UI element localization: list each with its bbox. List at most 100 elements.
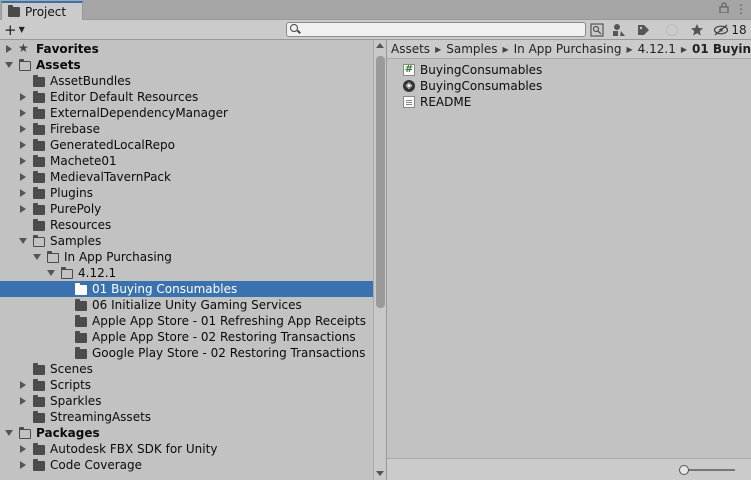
- chevron-down-icon[interactable]: [46, 268, 56, 278]
- tab-label: Project: [25, 4, 67, 19]
- show-assets-icon[interactable]: [661, 21, 683, 39]
- chevron-right-icon[interactable]: [18, 172, 28, 182]
- tree-item[interactable]: 06 Initialize Unity Gaming Services: [0, 297, 373, 313]
- breadcrumb: Assets ▶ Samples ▶ In App Purchasing ▶ 4.12.1 ▶…: [387, 40, 751, 59]
- lock-icon[interactable]: [719, 2, 729, 16]
- chevron-down-icon[interactable]: [4, 428, 14, 438]
- folder-open-icon: [61, 267, 73, 279]
- chevron-right-icon[interactable]: [18, 380, 28, 390]
- chevron-down-icon[interactable]: [18, 236, 28, 246]
- asset-label: BuyingConsumables: [420, 63, 543, 77]
- tree-item[interactable]: GeneratedLocalRepo: [0, 137, 373, 153]
- asset-item[interactable]: README: [403, 94, 471, 110]
- chevron-right-icon[interactable]: [18, 204, 28, 214]
- chevron-right-icon[interactable]: [18, 188, 28, 198]
- asset-label: README: [420, 95, 472, 109]
- tree-item-label: 06 Initialize Unity Gaming Services: [92, 298, 302, 312]
- tree-item[interactable]: StreamingAssets: [0, 409, 373, 425]
- tree-item[interactable]: Sparkles: [0, 393, 373, 409]
- folder-open-icon: [19, 427, 31, 439]
- folder-icon: [33, 219, 45, 231]
- tree-item[interactable]: Resources: [0, 217, 373, 233]
- chevron-right-icon[interactable]: [18, 396, 28, 406]
- breadcrumb-item[interactable]: 4.12.1: [638, 42, 676, 56]
- breadcrumb-item[interactable]: Assets: [391, 42, 430, 56]
- chevron-right-icon[interactable]: [18, 460, 28, 470]
- tree-item[interactable]: In App Purchasing: [0, 249, 373, 265]
- folder-icon: [8, 4, 20, 17]
- folder-icon: [33, 187, 45, 199]
- icon-size-slider-handle[interactable]: [679, 465, 689, 475]
- add-button[interactable]: + ▼: [4, 21, 25, 39]
- folder-icon: [33, 443, 45, 455]
- eye-slash-icon: [714, 24, 729, 36]
- tree-item-label: PurePoly: [50, 202, 102, 216]
- tree-item[interactable]: Editor Default Resources: [0, 89, 373, 105]
- asset-item[interactable]: ◈ BuyingConsumables: [403, 78, 542, 94]
- scrollbar-thumb[interactable]: [376, 56, 385, 308]
- folder-open-icon: [19, 59, 31, 71]
- search-input[interactable]: [286, 22, 586, 37]
- tree-item[interactable]: Samples: [0, 233, 373, 249]
- chevron-right-icon: ▶: [680, 44, 687, 54]
- folder-icon: [33, 75, 45, 87]
- chevron-right-icon[interactable]: [18, 140, 28, 150]
- folder-icon: [75, 331, 87, 343]
- tree-item[interactable]: Code Coverage: [0, 457, 373, 473]
- hidden-packages-toggle[interactable]: 18: [712, 21, 748, 39]
- tree-item[interactable]: Scenes: [0, 361, 373, 377]
- filter-by-type-icon[interactable]: [608, 21, 630, 39]
- tree-item[interactable]: ★ Favorites: [0, 41, 373, 57]
- tree-item[interactable]: Scripts: [0, 377, 373, 393]
- scroll-down-icon[interactable]: [376, 471, 384, 476]
- folder-open-icon: [33, 235, 45, 247]
- tree-item[interactable]: AssetBundles: [0, 73, 373, 89]
- more-options-icon[interactable]: ⋮: [735, 2, 747, 16]
- scene-icon: ◈: [403, 80, 415, 92]
- project-tree: ★ Favorites Assets AssetBundles Editor Defau…: [0, 40, 373, 480]
- text-file-icon: [403, 96, 415, 108]
- asset-item[interactable]: # BuyingConsumables: [403, 62, 542, 78]
- icon-size-slider-track[interactable]: [683, 469, 735, 471]
- folder-icon: [33, 379, 45, 391]
- tree-item[interactable]: Machete01: [0, 153, 373, 169]
- tab-project[interactable]: Project: [1, 1, 83, 20]
- tree-item[interactable]: 4.12.1: [0, 265, 373, 281]
- tree-item[interactable]: Firebase: [0, 121, 373, 137]
- tree-item[interactable]: Plugins: [0, 185, 373, 201]
- chevron-right-icon[interactable]: [18, 108, 28, 118]
- tree-item-label: 01 Buying Consumables: [92, 282, 238, 296]
- chevron-right-icon[interactable]: [18, 156, 28, 166]
- chevron-down-icon[interactable]: [4, 60, 14, 70]
- search-icon: [290, 24, 298, 32]
- tree-scrollbar[interactable]: [373, 40, 386, 480]
- tree-item[interactable]: 01 Buying Consumables: [0, 281, 373, 297]
- search-by-type-icon[interactable]: [586, 21, 608, 39]
- tree-item[interactable]: PurePoly: [0, 201, 373, 217]
- tree-item[interactable]: Apple App Store - 01 Refreshing App Rece…: [0, 313, 373, 329]
- tree-item[interactable]: Apple App Store - 02 Restoring Transacti…: [0, 329, 373, 345]
- chevron-right-icon[interactable]: [4, 44, 14, 54]
- filter-by-label-icon[interactable]: [632, 21, 654, 39]
- scroll-up-icon[interactable]: [376, 43, 384, 48]
- folder-icon: [33, 107, 45, 119]
- chevron-right-icon[interactable]: [18, 444, 28, 454]
- tree-item[interactable]: MedievalTavernPack: [0, 169, 373, 185]
- tree-item-label: Scenes: [50, 362, 93, 376]
- asset-label: BuyingConsumables: [420, 79, 543, 93]
- tree-item-label: Code Coverage: [50, 458, 143, 472]
- breadcrumb-item[interactable]: In App Purchasing: [514, 42, 622, 56]
- breadcrumb-item[interactable]: Samples: [446, 42, 497, 56]
- star-icon: ★: [18, 41, 29, 55]
- tree-item[interactable]: Packages: [0, 425, 373, 441]
- breadcrumb-item[interactable]: 01 Buying C: [692, 42, 751, 56]
- tree-item[interactable]: Assets: [0, 57, 373, 73]
- chevron-right-icon[interactable]: [18, 92, 28, 102]
- tree-item[interactable]: Google Play Store - 02 Restoring Transac…: [0, 345, 373, 361]
- tree-item[interactable]: Autodesk FBX SDK for Unity: [0, 441, 373, 457]
- chevron-right-icon[interactable]: [18, 124, 28, 134]
- chevron-down-icon[interactable]: [32, 252, 42, 262]
- folder-icon: [75, 299, 87, 311]
- favorites-star-icon[interactable]: [686, 21, 708, 39]
- tree-item[interactable]: ExternalDependencyManager: [0, 105, 373, 121]
